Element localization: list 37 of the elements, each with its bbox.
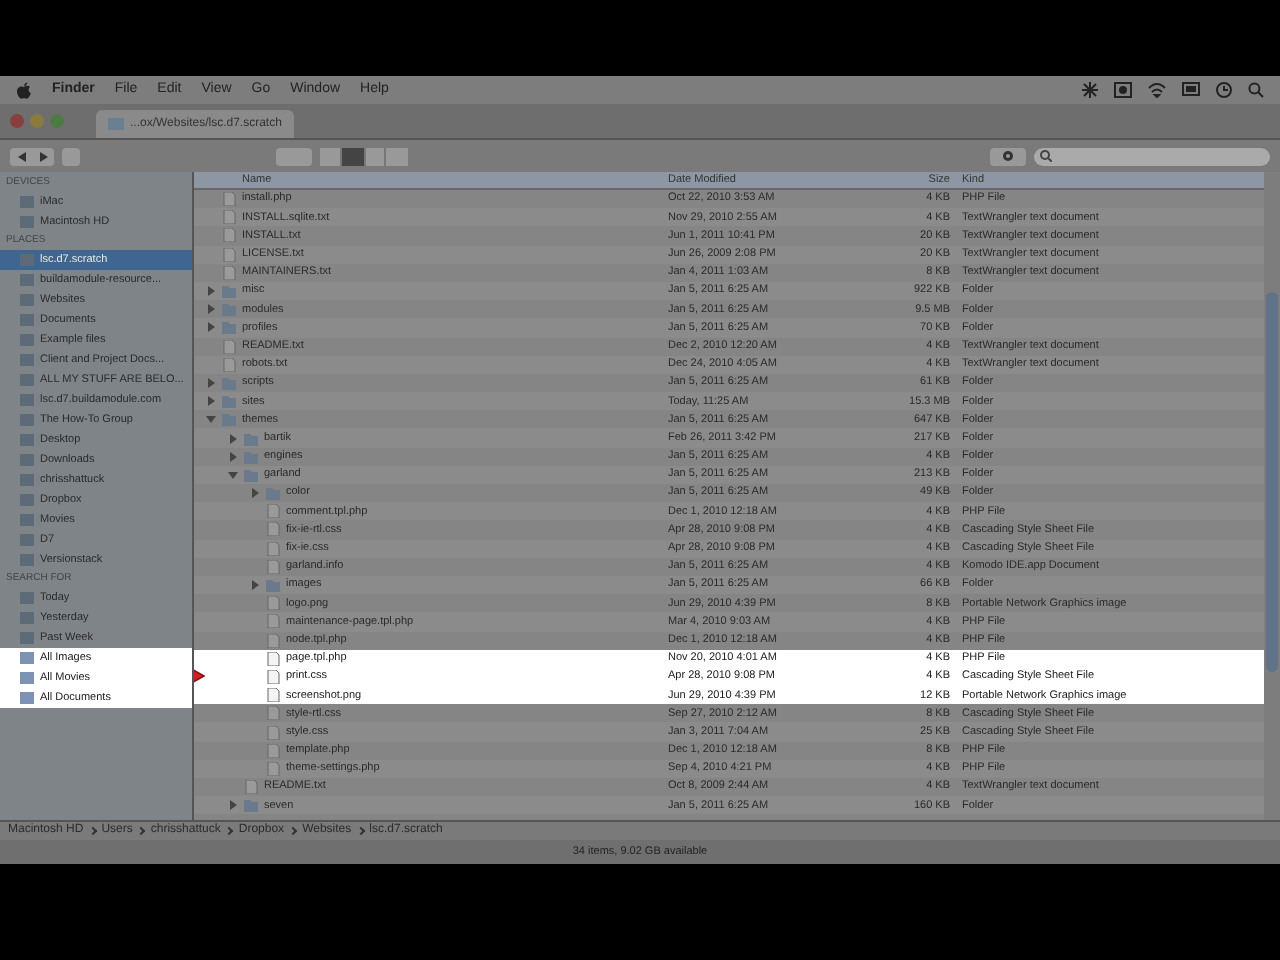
disclosure-triangle-icon[interactable]	[206, 414, 216, 425]
search-icon[interactable]	[1248, 82, 1264, 98]
disclosure-triangle-icon[interactable]	[206, 322, 216, 333]
display-icon[interactable]	[1182, 82, 1200, 98]
search-icon	[1040, 150, 1052, 162]
disclosure-triangle-icon[interactable]	[206, 377, 216, 388]
time-machine-icon[interactable]	[1114, 82, 1132, 98]
gear-menu-button[interactable]	[990, 147, 1026, 165]
list-view-button[interactable]	[342, 147, 364, 165]
gear-icon	[1002, 150, 1014, 162]
wifi-icon[interactable]	[1148, 82, 1166, 98]
cover-flow-button[interactable]	[386, 147, 408, 165]
disclosure-triangle-icon[interactable]	[250, 580, 260, 591]
disclosure-triangle-icon[interactable]	[206, 286, 216, 297]
close-button[interactable]	[10, 114, 24, 128]
scrollbar-thumb[interactable]	[1266, 292, 1278, 672]
disclosure-triangle-icon[interactable]	[228, 800, 238, 811]
disclosure-triangle-icon[interactable]	[228, 469, 238, 480]
folder-icon	[266, 578, 280, 593]
disclosure-triangle-icon[interactable]	[250, 488, 260, 499]
disclosure-triangle-icon[interactable]	[228, 451, 238, 462]
apple-icon[interactable]	[16, 81, 32, 99]
icon-view-button[interactable]	[320, 147, 342, 165]
clock-icon[interactable]	[1216, 82, 1232, 98]
folder-icon	[244, 798, 258, 813]
disclosure-triangle-icon[interactable]	[206, 396, 216, 407]
back-forward-buttons[interactable]	[10, 147, 54, 165]
disclosure-triangle-icon[interactable]	[206, 304, 216, 315]
back-icon	[17, 151, 25, 161]
column-view-button[interactable]	[364, 147, 386, 165]
action-button[interactable]	[62, 147, 80, 165]
search-field[interactable]	[1034, 147, 1270, 165]
arrange-button[interactable]	[276, 147, 312, 165]
folder-icon	[108, 118, 124, 130]
disclosure-triangle-icon[interactable]	[228, 433, 238, 444]
forward-icon	[39, 151, 47, 161]
scrollbar[interactable]	[1264, 172, 1280, 820]
